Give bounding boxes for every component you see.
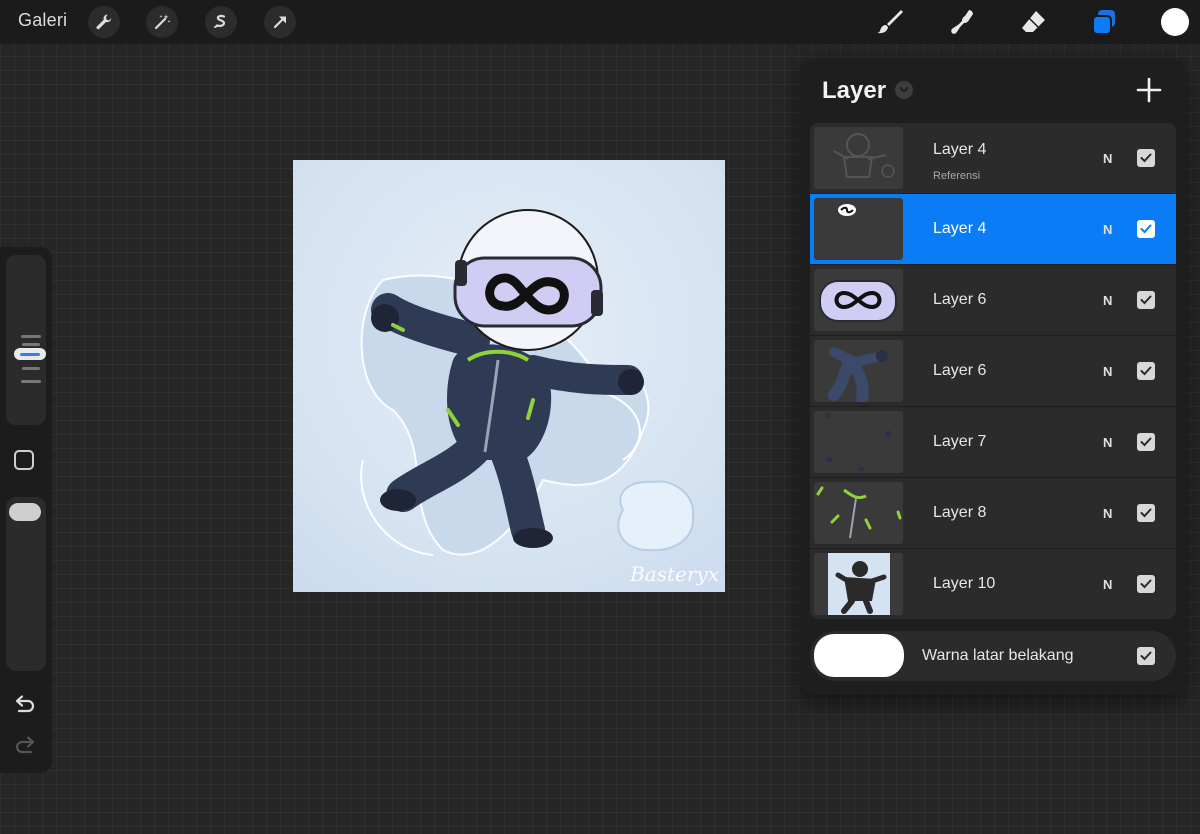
blend-mode-button[interactable]: N	[1103, 293, 1112, 308]
layer-row-selected[interactable]: Layer 4 N	[810, 194, 1176, 264]
wrench-icon[interactable]	[88, 6, 120, 38]
layer-row[interactable]: Layer 8 N	[810, 478, 1176, 548]
drawing-canvas[interactable]: Basteryx	[293, 160, 725, 592]
layer-name: Layer 6	[933, 291, 987, 308]
slider-tick	[21, 335, 41, 338]
visibility-checkbox[interactable]	[1137, 149, 1155, 167]
blend-mode-button[interactable]: N	[1103, 222, 1112, 237]
visibility-checkbox[interactable]	[1137, 362, 1155, 380]
opacity-slider[interactable]	[6, 497, 46, 671]
layers-icon[interactable]	[1088, 6, 1120, 38]
plus-icon[interactable]	[1136, 77, 1162, 103]
layer-name: Layer 6	[933, 362, 987, 379]
layer-thumbnail	[814, 482, 903, 544]
visibility-checkbox[interactable]	[1137, 220, 1155, 238]
magic-wand-icon[interactable]	[146, 6, 178, 38]
smudge-icon[interactable]	[946, 6, 978, 38]
layer-row[interactable]: Layer 10 N	[810, 549, 1176, 619]
undo-icon[interactable]	[13, 694, 37, 721]
opacity-handle[interactable]	[9, 503, 41, 521]
artist-signature: Basteryx	[630, 562, 719, 586]
layer-name: Layer 10	[933, 575, 996, 592]
gallery-button[interactable]: Galeri	[18, 10, 67, 31]
visibility-checkbox[interactable]	[1137, 291, 1155, 309]
eraser-icon[interactable]	[1017, 6, 1049, 38]
artwork-illustration	[360, 209, 695, 556]
visibility-checkbox[interactable]	[1137, 575, 1155, 593]
panel-title: Layer	[822, 77, 887, 104]
layer-name: Layer 8	[933, 504, 987, 521]
blend-mode-button[interactable]: N	[1103, 435, 1112, 450]
layer-row[interactable]: Layer 7 N	[810, 407, 1176, 477]
top-toolbar: Galeri	[0, 0, 1200, 44]
layer-sublabel: Referensi	[933, 170, 981, 182]
layer-row[interactable]: Layer 6 N	[810, 265, 1176, 335]
background-color-swatch[interactable]	[814, 634, 904, 677]
layer-thumbnail	[813, 197, 904, 261]
slider-tick	[22, 367, 40, 370]
blend-mode-button[interactable]: N	[1103, 506, 1112, 521]
visibility-checkbox[interactable]	[1137, 433, 1155, 451]
transform-arrow-icon[interactable]	[264, 6, 296, 38]
left-sidebar	[0, 247, 52, 773]
background-color-row[interactable]: Warna latar belakang	[810, 631, 1176, 681]
layer-name: Layer 7	[933, 433, 987, 450]
layer-thumbnail	[814, 411, 903, 473]
layer-thumbnail	[814, 269, 903, 331]
brush-icon[interactable]	[874, 6, 906, 38]
layer-list: Layer 4 Referensi N Layer 4 N Layer 6 N	[810, 123, 1176, 620]
slider-tick	[21, 380, 41, 383]
blend-mode-button[interactable]: N	[1103, 364, 1112, 379]
modify-button[interactable]	[14, 450, 34, 470]
layer-name: Layer 4	[933, 220, 987, 237]
slider-tick	[22, 343, 40, 346]
selection-icon[interactable]	[205, 6, 237, 38]
blend-mode-button[interactable]: N	[1103, 151, 1112, 166]
layer-row[interactable]: Layer 4 Referensi N	[810, 123, 1176, 193]
visibility-checkbox[interactable]	[1137, 647, 1155, 665]
redo-icon[interactable]	[13, 735, 37, 762]
brush-size-handle[interactable]	[14, 348, 46, 360]
brush-size-slider[interactable]	[6, 255, 46, 425]
visibility-checkbox[interactable]	[1137, 504, 1155, 522]
layer-thumbnail	[814, 553, 903, 615]
chevron-down-icon[interactable]	[895, 81, 913, 99]
layer-thumbnail	[814, 340, 903, 402]
layer-row[interactable]: Layer 6 N	[810, 336, 1176, 406]
layer-thumbnail	[814, 127, 903, 189]
layer-name: Layer 4	[933, 141, 987, 158]
layers-panel: Layer Layer 4 Referensi N Layer 4 N Laye…	[800, 59, 1186, 695]
current-color-swatch[interactable]	[1161, 8, 1189, 36]
background-color-label: Warna latar belakang	[922, 647, 1074, 664]
blend-mode-button[interactable]: N	[1103, 577, 1112, 592]
